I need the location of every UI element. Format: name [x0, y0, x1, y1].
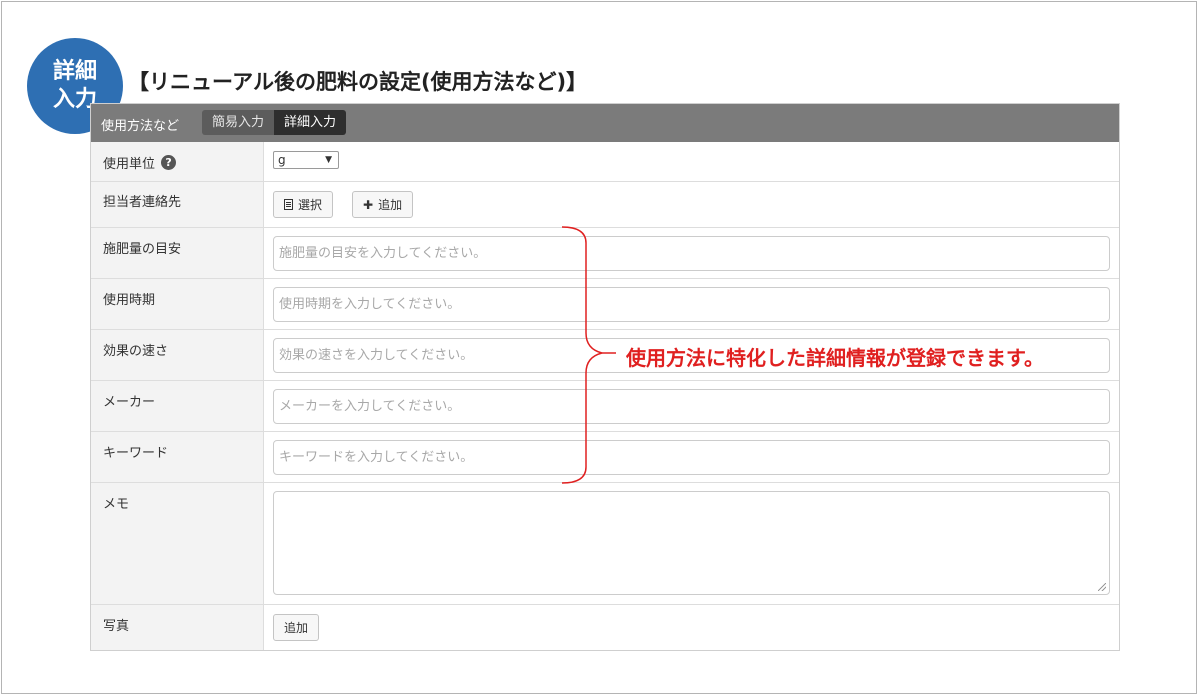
photo-label: 写真 [103, 619, 130, 634]
chevron-down-icon: ▼ [325, 155, 332, 165]
row-contact: 担当者連絡先 選択 ✚ 追加 [91, 182, 1119, 228]
panel-title: 使用方法など [101, 119, 180, 134]
contact-label: 担当者連絡先 [103, 195, 182, 210]
panel-header: 使用方法など 簡易入力 詳細入力 [91, 104, 1119, 142]
add-photo-label: 追加 [284, 621, 309, 635]
add-contact-label: 追加 [378, 198, 403, 212]
select-contact-label: 選択 [298, 198, 323, 212]
keyword-input[interactable] [273, 440, 1110, 475]
unit-select-value: g [278, 153, 286, 167]
fertilizer-amount-input[interactable] [273, 236, 1110, 271]
row-label-unit: 使用単位 ? [103, 153, 177, 172]
usage-time-input[interactable] [273, 287, 1110, 322]
keyword-label: キーワード [103, 446, 169, 461]
badge-line1: 詳細 [52, 59, 97, 84]
effect-speed-label: 効果の速さ [103, 344, 169, 359]
tab-detail-input[interactable]: 詳細入力 [274, 110, 347, 135]
row-unit: 使用単位 ? g ▼ [91, 142, 1119, 182]
maker-label: メーカー [103, 395, 156, 410]
input-mode-toggle: 簡易入力 詳細入力 [202, 110, 347, 135]
fertilizer-amount-label: 施肥量の目安 [103, 242, 182, 257]
plus-icon: ✚ [363, 197, 374, 212]
add-photo-button[interactable]: 追加 [273, 614, 320, 641]
maker-input[interactable] [273, 389, 1110, 424]
red-brace-icon [561, 226, 616, 484]
page-heading: 【リニューアル後の肥料の設定(使用方法など)】 [128, 70, 588, 94]
row-photo: 写真 追加 [91, 605, 1119, 650]
memo-textarea[interactable] [273, 491, 1110, 595]
unit-select[interactable]: g ▼ [273, 151, 339, 169]
tab-simple-input[interactable]: 簡易入力 [202, 110, 275, 135]
list-icon [284, 199, 293, 210]
add-contact-button[interactable]: ✚ 追加 [352, 191, 414, 218]
callout-text: 使用方法に特化した詳細情報が登録できます。 [626, 346, 1044, 370]
resize-handle-icon[interactable] [1098, 583, 1106, 591]
select-contact-button[interactable]: 選択 [273, 191, 334, 218]
usage-time-label: 使用時期 [103, 293, 156, 308]
unit-label: 使用単位 [103, 157, 156, 172]
help-icon[interactable]: ? [161, 155, 177, 170]
memo-label: メモ [103, 497, 130, 512]
row-memo: メモ [91, 483, 1119, 605]
